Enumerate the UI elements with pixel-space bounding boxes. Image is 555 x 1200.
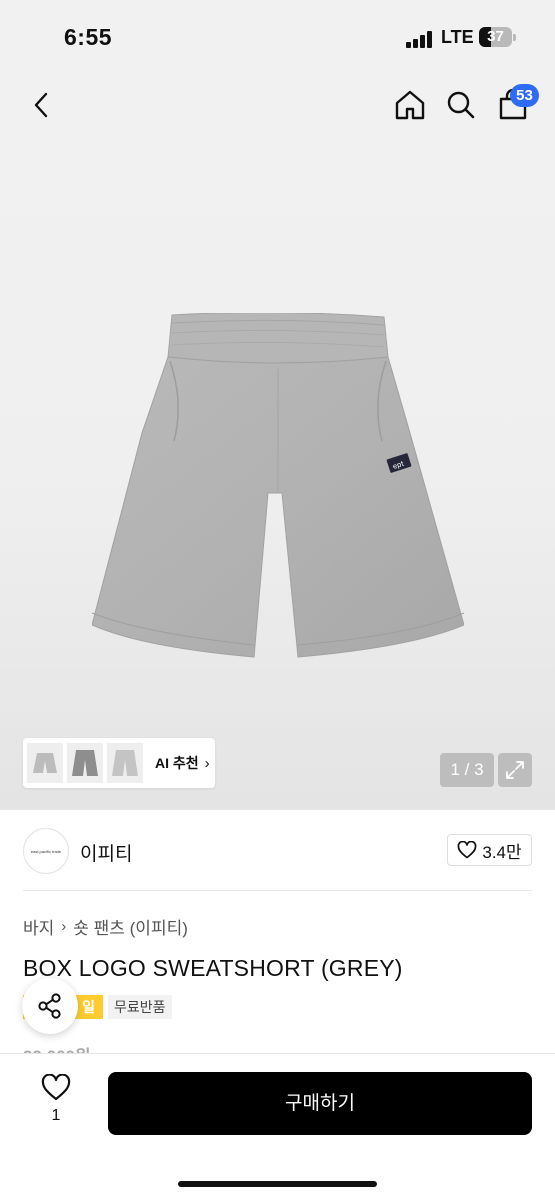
battery-level: 37 — [487, 28, 504, 45]
home-icon — [395, 90, 425, 120]
expand-icon — [506, 761, 524, 779]
page-indicator: 1 / 3 — [440, 753, 494, 787]
buy-button[interactable]: 구매하기 — [108, 1072, 532, 1135]
expand-button[interactable] — [498, 753, 532, 787]
product-gallery[interactable]: ept — [0, 140, 555, 810]
breadcrumb-subcategory[interactable]: 숏 팬츠 (이피티) — [73, 914, 188, 939]
breadcrumb-category[interactable]: 바지 — [23, 914, 54, 939]
wishlist-button[interactable]: 1 — [28, 1074, 84, 1138]
brand-logo-text: east pacific trade — [30, 848, 62, 854]
heart-icon — [458, 841, 477, 859]
thumbnail-2[interactable] — [67, 743, 103, 783]
free-return-tag: 무료반품 — [108, 995, 172, 1019]
search-icon — [447, 91, 475, 119]
status-time: 6:55 — [64, 24, 113, 50]
brand-logo[interactable]: east pacific trade — [23, 828, 69, 874]
search-button[interactable] — [443, 85, 479, 125]
brand-row: east pacific trade 이피티 3.4만 — [0, 820, 555, 890]
chevron-right-icon: › — [204, 754, 210, 772]
ai-recommend-label[interactable]: AI 추천 — [155, 753, 199, 773]
status-bar: 6:55 LTE 37 — [0, 0, 555, 70]
chevron-right-icon: › — [61, 918, 67, 935]
product-title: BOX LOGO SWEATSHORT (GREY) — [23, 955, 403, 981]
wishlist-count: 1 — [51, 1107, 61, 1124]
top-nav — [0, 70, 555, 140]
brand-like-count: 3.4만 — [482, 842, 522, 862]
brand-name[interactable]: 이피티 — [80, 839, 132, 866]
thumbnail-3[interactable] — [107, 743, 143, 783]
heart-icon — [41, 1074, 71, 1101]
signal-icon — [406, 30, 436, 48]
cart-count-badge: 53 — [510, 84, 539, 107]
back-button[interactable] — [26, 85, 56, 125]
thumbnail-strip[interactable]: AI 추천 › — [23, 738, 215, 788]
thumbnail-1[interactable] — [27, 743, 63, 783]
product-image: ept — [92, 313, 464, 658]
brand-like-button[interactable]: 3.4만 — [447, 834, 532, 866]
share-icon — [38, 993, 61, 1019]
breadcrumb: 바지 › 숏 팬츠 (이피티) — [23, 914, 188, 939]
divider — [23, 890, 532, 891]
battery-icon: 37 — [479, 27, 516, 47]
chevron-left-icon — [34, 92, 48, 118]
network-label: LTE — [441, 27, 474, 47]
bottom-action-bar: 1 구매하기 — [0, 1053, 555, 1200]
share-button[interactable] — [22, 978, 78, 1034]
home-button[interactable] — [392, 85, 428, 125]
home-indicator — [178, 1181, 377, 1187]
